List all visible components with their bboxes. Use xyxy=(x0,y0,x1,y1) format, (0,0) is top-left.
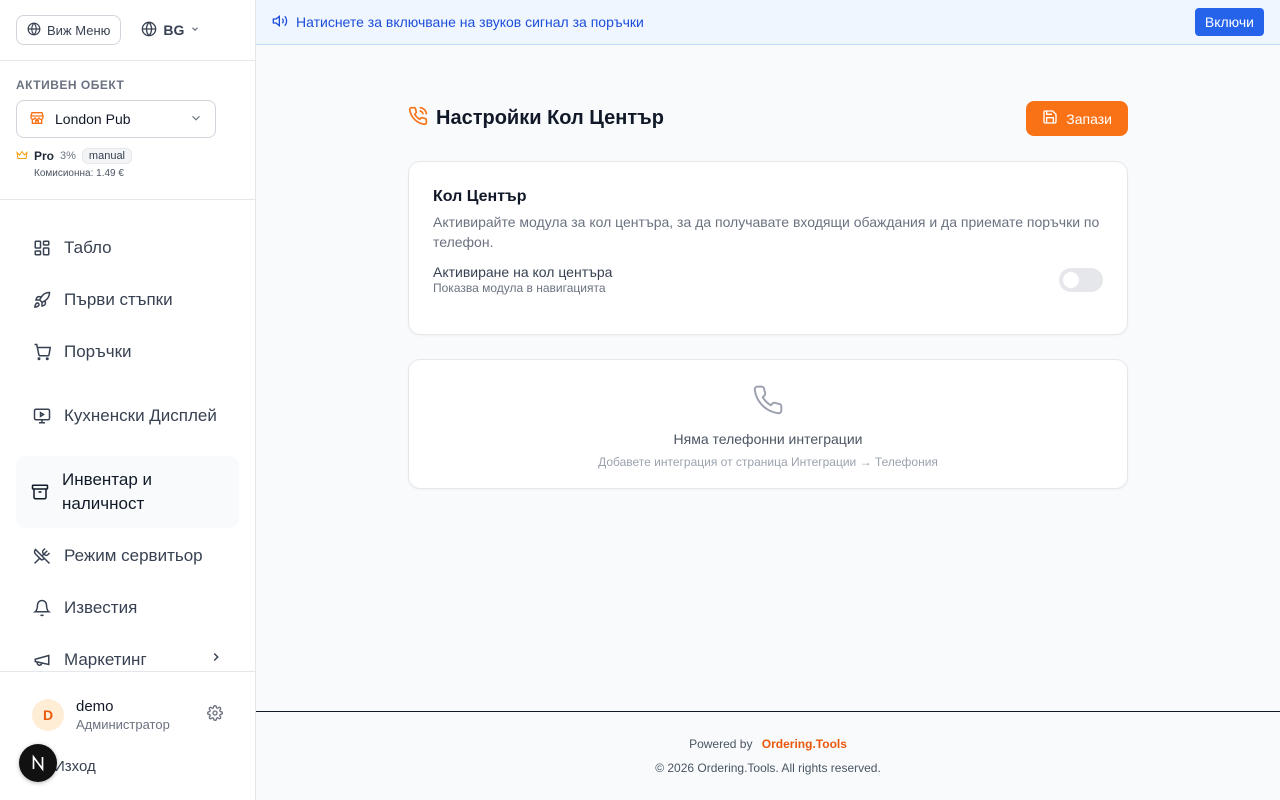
sidebar-item-marketing[interactable]: Маркетинг xyxy=(16,636,239,671)
user-role: Администратор xyxy=(76,717,170,732)
sidebar-item-label: Кухненски Дисплей xyxy=(64,406,217,425)
utensils-crossed-icon xyxy=(32,547,52,565)
toggle-hint: Показва модула в навигацията xyxy=(433,281,606,295)
shopping-cart-icon xyxy=(32,343,52,361)
chevron-right-icon xyxy=(209,648,223,671)
object-select[interactable]: London Pub xyxy=(16,100,216,138)
megaphone-icon xyxy=(32,651,52,669)
user-info: demo Администратор xyxy=(76,698,170,732)
empty-title: Няма телефонни интеграции xyxy=(673,431,863,447)
page-title: Настройки Кол Център xyxy=(436,107,664,129)
language-label: BG xyxy=(163,22,185,38)
main-content: Настройки Кол Център Запази Кол Център А… xyxy=(408,101,1128,489)
sidebar-item-orders[interactable]: Поръчки xyxy=(16,328,239,376)
sidebar-nav: Табло Първи стъпки Поръчки Кухненски Дис… xyxy=(0,200,255,671)
toggle-label: Активиране на кол центъра xyxy=(433,264,613,280)
phone-call-icon xyxy=(408,106,428,131)
card-title: Кол Център xyxy=(433,188,527,205)
sidebar-item-notifications[interactable]: Известия xyxy=(16,584,239,632)
powered-by: Powered by Ordering.Tools xyxy=(256,737,1280,751)
enable-sound-button[interactable]: Включи xyxy=(1194,8,1264,36)
sidebar-item-first-steps[interactable]: Първи стъпки xyxy=(16,276,239,324)
commission-text: Комисионна: 1.49 € xyxy=(34,168,124,179)
footer: Powered by Ordering.Tools © 2026 Orderin… xyxy=(256,711,1280,800)
view-menu-button[interactable]: Виж Меню xyxy=(16,15,122,45)
sidebar-item-waiter-mode[interactable]: Режим сервитьор xyxy=(16,532,239,580)
user-name: demo xyxy=(76,698,114,715)
toggle-row: Активиране на кол центъра Показва модула… xyxy=(433,264,1103,295)
chevron-down-icon xyxy=(189,111,203,128)
sidebar-item-inventory[interactable]: Инвентар и наличност xyxy=(16,456,239,528)
sidebar-item-label: Поръчки xyxy=(64,342,132,361)
sidebar-top: Виж Меню BG xyxy=(0,0,255,61)
crown-icon xyxy=(16,149,28,164)
user-profile: D demo Администратор xyxy=(0,672,255,732)
plan-name: Pro xyxy=(34,149,55,163)
nextjs-dev-icon[interactable] xyxy=(19,744,57,782)
plan-badge: manual xyxy=(81,148,132,164)
sidebar-item-dashboard[interactable]: Табло xyxy=(16,224,239,272)
object-name: London Pub xyxy=(55,111,131,127)
sidebar-item-label: Режим сервитьор xyxy=(64,546,203,565)
sound-banner: Натиснете за включване на звуков сигнал … xyxy=(256,0,1280,45)
store-icon xyxy=(29,110,45,129)
save-label: Запази xyxy=(1066,110,1112,127)
plan-info: Pro 3% manual xyxy=(16,148,239,164)
user-section: D demo Администратор Изход xyxy=(0,671,255,800)
copyright: © 2026 Ordering.Tools. All rights reserv… xyxy=(655,761,881,775)
rocket-icon xyxy=(32,291,52,309)
active-object-section: АКТИВЕН ОБЕКТ London Pub Pro 3% manual К… xyxy=(0,61,255,200)
active-object-label: АКТИВЕН ОБЕКТ xyxy=(16,78,125,92)
chevron-down-icon xyxy=(190,24,200,37)
empty-hint: Добавете интеграция от страница Интеграц… xyxy=(598,455,938,469)
gear-icon[interactable] xyxy=(207,704,223,726)
sidebar-item-label: Табло xyxy=(64,238,112,257)
sidebar-item-label: Маркетинг xyxy=(64,650,147,669)
speaker-icon xyxy=(272,13,288,32)
sidebar-item-label: Първи стъпки xyxy=(64,290,173,309)
archive-icon xyxy=(30,483,50,501)
card-description: Активирайте модула за кол центъра, за да… xyxy=(433,214,1100,250)
monitor-play-icon xyxy=(32,407,52,425)
plan-percent: 3% xyxy=(60,150,76,162)
sidebar-item-kitchen-display[interactable]: Кухненски Дисплей xyxy=(16,380,239,452)
toggle-text: Активиране на кол центъра Показва модула… xyxy=(433,264,612,295)
sidebar: Виж Меню BG АКТИВЕН ОБЕКТ London Pub Pro… xyxy=(0,0,256,800)
language-selector[interactable]: BG xyxy=(133,15,208,45)
banner-text[interactable]: Натиснете за включване на звуков сигнал … xyxy=(296,14,1187,30)
call-center-card: Кол Център Активирайте модула за кол цен… xyxy=(408,161,1128,335)
view-menu-label: Виж Меню xyxy=(47,22,111,38)
logout-link[interactable]: Изход xyxy=(54,758,96,775)
brand-link[interactable]: Ordering.Tools xyxy=(762,737,847,751)
bell-icon xyxy=(32,599,52,617)
avatar: D xyxy=(32,699,64,731)
save-button[interactable]: Запази xyxy=(1026,101,1128,136)
powered-by-label: Powered by xyxy=(689,737,753,751)
empty-integrations-card: Няма телефонни интеграции Добавете интег… xyxy=(408,359,1128,489)
sidebar-item-label: Инвентар и наличност xyxy=(62,470,153,513)
globe-icon xyxy=(27,22,41,39)
page-header: Настройки Кол Център Запази xyxy=(408,101,1128,136)
phone-icon xyxy=(752,384,784,421)
call-center-toggle[interactable] xyxy=(1059,267,1103,292)
globe-icon xyxy=(141,21,157,40)
save-icon xyxy=(1042,109,1058,128)
sidebar-item-label: Известия xyxy=(64,598,138,617)
dashboard-icon xyxy=(32,239,52,257)
